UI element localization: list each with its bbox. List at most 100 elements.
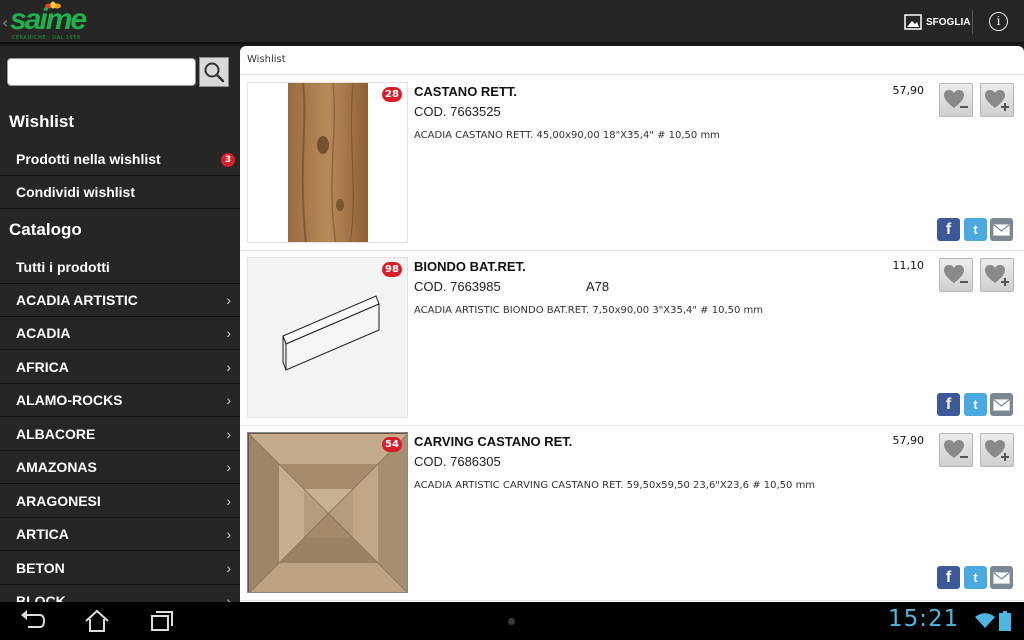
email-share-icon[interactable] <box>990 218 1013 241</box>
product-name: CASTANO RETT. <box>414 84 518 99</box>
sidebar-item-acadia[interactable]: ACADIA › <box>0 317 240 350</box>
saime-logo[interactable]: saime CERAMICHE · DAL 1958 <box>10 1 100 43</box>
wood-parquet-thumbnail <box>248 433 407 592</box>
battery-icon <box>999 611 1011 631</box>
logo-text: saime <box>10 3 87 36</box>
recent-apps-icon <box>151 611 173 631</box>
envelope-icon <box>993 571 1010 584</box>
remove-from-wishlist-button[interactable] <box>939 258 973 292</box>
sidebar-item-share-wishlist[interactable]: Condividi wishlist <box>0 176 240 209</box>
facebook-share-icon[interactable]: f <box>937 393 960 416</box>
heart-minus-icon <box>944 90 968 108</box>
product-description: ACADIA CASTANO RETT. 45,00x90,00 18"X35,… <box>414 130 720 141</box>
sidebar-item-aragonesi[interactable]: ARAGONESI › <box>0 485 240 518</box>
remove-from-wishlist-button[interactable] <box>939 83 973 117</box>
quantity-badge: 54 <box>382 437 402 452</box>
email-share-icon[interactable] <box>990 393 1013 416</box>
up-chevron-icon[interactable]: ‹ <box>2 13 8 32</box>
product-price: 57,90 <box>892 434 925 447</box>
email-share-icon[interactable] <box>990 566 1013 589</box>
sidebar-item-beton[interactable]: BETON › <box>0 552 240 585</box>
product-name: CARVING CASTANO RET. <box>414 434 573 449</box>
sfoglia-button[interactable]: SFOGLIA <box>904 13 970 31</box>
status-clock[interactable]: 15:21 <box>888 606 959 632</box>
sidebar-item-label: ALBACORE <box>16 426 96 442</box>
product-row[interactable]: 28 CASTANO RETT. COD. 7663525 ACADIA CAS… <box>240 75 1024 251</box>
add-to-wishlist-button[interactable] <box>980 258 1014 292</box>
skirting-board-thumbnail <box>282 295 380 371</box>
sfoglia-label: SFOGLIA <box>926 16 971 28</box>
wishlist-count-badge: 3 <box>221 153 235 167</box>
chevron-right-icon: › <box>226 292 231 308</box>
sidebar-item-label: AMAZONAS <box>16 459 97 475</box>
twitter-share-icon[interactable]: t <box>964 566 987 589</box>
product-image[interactable]: 98 <box>247 257 408 418</box>
quantity-badge: 98 <box>382 262 402 277</box>
sidebar-item-label: BETON <box>16 560 65 576</box>
action-bar: ‹ saime CERAMICHE · DAL 1958 SFOGLIA i <box>0 0 1024 44</box>
sidebar-item-africa[interactable]: AFRICA › <box>0 351 240 384</box>
sidebar-item-albacore[interactable]: ALBACORE › <box>0 418 240 451</box>
sidebar-item-wishlist-products[interactable]: Prodotti nella wishlist 3 <box>0 143 240 176</box>
heart-plus-icon <box>985 90 1009 111</box>
remove-from-wishlist-button[interactable] <box>939 433 973 467</box>
sidebar: Wishlist Prodotti nella wishlist 3 Condi… <box>0 46 240 602</box>
search-input[interactable] <box>7 58 196 86</box>
info-icon[interactable]: i <box>989 12 1008 31</box>
menu-dot[interactable] <box>508 618 515 625</box>
sidebar-item-amazonas[interactable]: AMAZONAS › <box>0 451 240 484</box>
home-icon <box>85 609 109 632</box>
search-button[interactable] <box>199 57 229 87</box>
add-to-wishlist-button[interactable] <box>980 433 1014 467</box>
back-button[interactable] <box>18 609 46 633</box>
product-extra: A78 <box>586 279 610 294</box>
logo-subtitle: CERAMICHE · DAL 1958 <box>12 35 81 41</box>
product-price: 57,90 <box>892 84 925 97</box>
twitter-share-icon[interactable]: t <box>964 393 987 416</box>
product-name: BIONDO BAT.RET. <box>414 259 526 274</box>
product-row[interactable]: 98 BIONDO BAT.RET. COD. 7663985 A78 ACAD… <box>240 250 1024 426</box>
sidebar-item-alamo-rocks[interactable]: ALAMO-ROCKS › <box>0 384 240 417</box>
product-code: COD. 7686305 <box>414 454 501 469</box>
product-price: 11,10 <box>892 259 925 272</box>
sidebar-item-artica[interactable]: ARTICA › <box>0 518 240 551</box>
sidebar-item-block[interactable]: BLOCK › <box>0 585 240 602</box>
chevron-right-icon: › <box>226 359 231 375</box>
twitter-share-icon[interactable]: t <box>964 218 987 241</box>
sidebar-item-acadia-artistic[interactable]: ACADIA ARTISTIC › <box>0 284 240 317</box>
envelope-icon <box>993 223 1010 236</box>
product-description: ACADIA ARTISTIC CARVING CASTANO RET. 59,… <box>414 480 816 491</box>
product-row[interactable]: 54 CARVING CASTANO RET. COD. 7686305 ACA… <box>240 425 1024 601</box>
wishlist-panel: Wishlist 28 CASTANO RETT. COD. 7663525 A… <box>240 46 1024 602</box>
home-button[interactable] <box>83 609 111 633</box>
toolbar-divider <box>972 10 973 34</box>
sidebar-item-all-products[interactable]: Tutti i prodotti <box>0 251 240 284</box>
envelope-icon <box>993 398 1010 411</box>
wood-plank-thumbnail <box>288 83 368 242</box>
sidebar-item-label: Tutti i prodotti <box>16 259 110 275</box>
product-image[interactable]: 54 <box>247 432 408 593</box>
heart-minus-icon <box>944 265 968 283</box>
chevron-right-icon: › <box>226 593 231 602</box>
back-arrow-icon <box>21 610 46 628</box>
sidebar-item-label: ARAGONESI <box>16 493 101 509</box>
product-description: ACADIA ARTISTIC BIONDO BAT.RET. 7,50x90,… <box>414 305 764 316</box>
sidebar-item-label: ACADIA <box>16 325 71 341</box>
chevron-right-icon: › <box>226 325 231 341</box>
chevron-right-icon: › <box>226 426 231 442</box>
product-code: COD. 7663985 <box>414 279 501 294</box>
page-title: Wishlist <box>247 54 286 65</box>
add-to-wishlist-button[interactable] <box>980 83 1014 117</box>
sidebar-item-label: ALAMO-ROCKS <box>16 392 123 408</box>
recent-apps-button[interactable] <box>148 609 176 633</box>
facebook-share-icon[interactable]: f <box>937 566 960 589</box>
chevron-right-icon: › <box>226 392 231 408</box>
sidebar-item-label: BLOCK <box>16 593 66 602</box>
catalog-section-title: Catalogo <box>9 220 82 239</box>
product-image[interactable]: 28 <box>247 82 408 243</box>
wifi-icon <box>975 613 995 628</box>
wishlist-section-title: Wishlist <box>9 112 75 131</box>
facebook-share-icon[interactable]: f <box>937 218 960 241</box>
quantity-badge: 28 <box>382 87 402 102</box>
heart-plus-icon <box>985 265 1009 286</box>
